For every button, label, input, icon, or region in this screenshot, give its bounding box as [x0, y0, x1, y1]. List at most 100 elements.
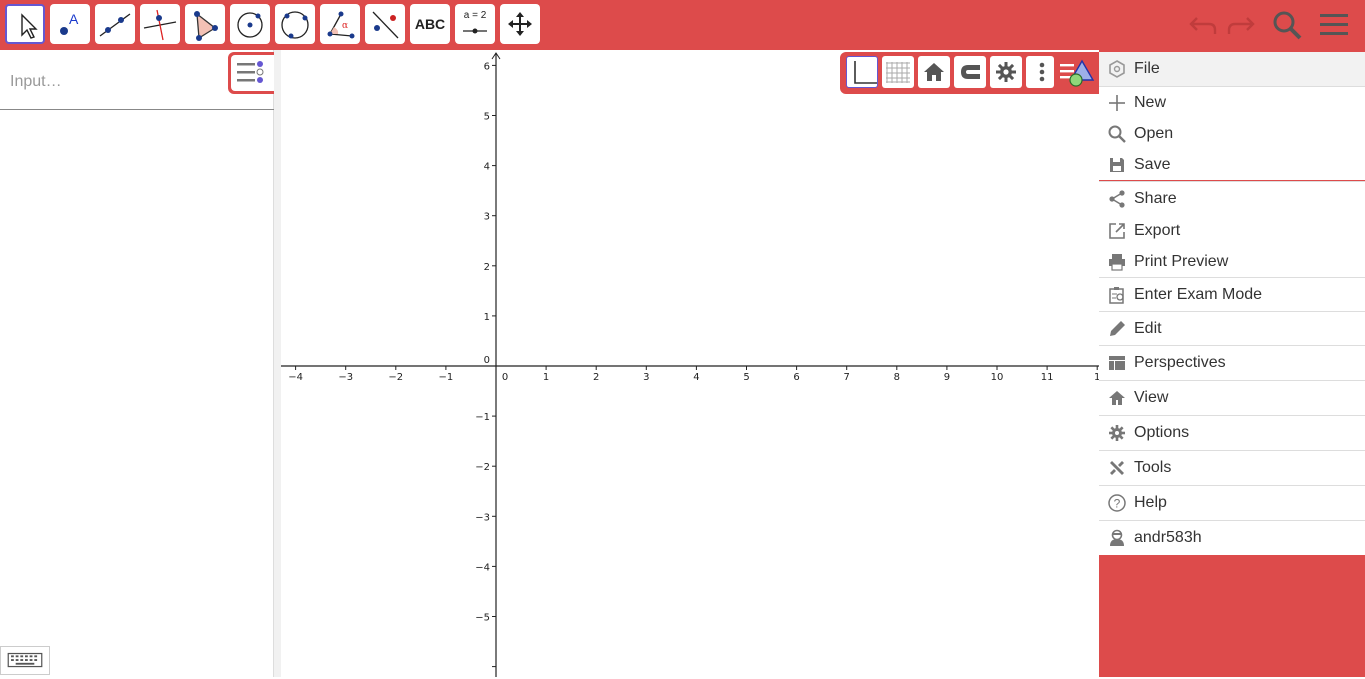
reflect-line-icon [372, 11, 399, 39]
menu-item-open[interactable]: Open [1099, 118, 1365, 149]
point-capturing-button[interactable] [954, 56, 986, 88]
text-tool-button[interactable]: ABC [410, 4, 450, 44]
coordinate-axes: −4 −3 −2 −1 0 1 2 3 4 5 6 7 8 9 10 11 16543210−1−2−3−4−5 [281, 52, 1099, 677]
perspectives-icon [1099, 353, 1134, 373]
menu-item-user[interactable]: andr583h [1099, 521, 1365, 555]
menu-item-label: File [1134, 60, 1160, 77]
menu-item-label: Edit [1134, 319, 1162, 337]
polygon-icon [194, 11, 218, 41]
point-icon: A [60, 11, 79, 35]
search-icon [1273, 11, 1302, 40]
text-tool-label: ABC [414, 16, 446, 32]
x-axis-tick-label: 0 [502, 372, 508, 383]
menu-item-options[interactable]: Options [1099, 416, 1365, 450]
more-options-button[interactable] [1026, 56, 1054, 88]
axes-icon [854, 61, 877, 84]
menu-item-label: Help [1134, 494, 1167, 511]
move-arrows-icon [508, 12, 532, 36]
x-axis-tick-label: −4 [288, 372, 303, 383]
share-icon [1099, 189, 1134, 209]
perpendicular-line-icon [143, 9, 177, 41]
menu-item-perspectives[interactable]: Perspectives [1099, 346, 1365, 380]
toggle-grid-button[interactable] [882, 56, 914, 88]
menu-item-edit[interactable]: Edit [1099, 312, 1365, 345]
print-icon [1099, 252, 1134, 272]
graphics-settings-button[interactable] [990, 56, 1022, 88]
line-tool-button[interactable] [95, 4, 135, 44]
reflect-tool-button[interactable] [365, 4, 405, 44]
algebra-settings-icon [237, 61, 264, 83]
x-axis-tick-label: 4 [693, 372, 699, 383]
menu-item-exam-mode[interactable]: Enter Exam Mode [1099, 278, 1365, 311]
perspective-toggle-button[interactable] [1058, 56, 1098, 90]
file-icon [1099, 59, 1134, 79]
menu-item-label: View [1134, 389, 1169, 406]
toggle-axes-button[interactable] [846, 56, 878, 88]
main-toolbar: A α ABC a = 2 [0, 0, 1365, 50]
x-axis-tick-label: 2 [593, 372, 599, 383]
circle-center-icon [237, 12, 263, 38]
search-icon [1099, 124, 1134, 144]
svg-text:?: ? [1113, 497, 1120, 511]
angle-icon: α [327, 11, 355, 39]
circle-center-tool-button[interactable] [230, 4, 270, 44]
x-axis-tick-label: 9 [944, 372, 950, 383]
x-axis-tick-label: −3 [338, 372, 353, 383]
undo-button[interactable] [1187, 8, 1221, 42]
perspective-graphics-icon [1060, 59, 1095, 87]
y-axis-tick-label: −5 [475, 613, 490, 624]
search-button[interactable] [1270, 8, 1304, 42]
menu-item-file[interactable]: File [1099, 52, 1365, 86]
menu-item-share[interactable]: Share [1099, 182, 1365, 215]
menu-item-label: Share [1134, 189, 1177, 207]
undo-icon [1189, 17, 1217, 34]
point-tool-button[interactable]: A [50, 4, 90, 44]
view-divider[interactable] [274, 50, 281, 677]
menu-item-help[interactable]: ? Help [1099, 486, 1365, 520]
menu-item-label: Open [1134, 124, 1174, 142]
menu-item-label: Export [1134, 221, 1181, 239]
algebra-input-field[interactable] [10, 70, 210, 94]
y-axis-tick-label: −2 [475, 462, 490, 473]
angle-tool-button[interactable]: α [320, 4, 360, 44]
circle-three-points-tool-button[interactable] [275, 4, 315, 44]
graphics-view[interactable]: −4 −3 −2 −1 0 1 2 3 4 5 6 7 8 9 10 11 1 6 5 4 3 2 1 0 −1 −2 −3 −4 −5 [281, 50, 1099, 677]
algebra-style-button[interactable] [228, 52, 274, 94]
y-axis-tick-label: −3 [475, 512, 490, 523]
menu-item-export[interactable]: Export [1099, 215, 1365, 246]
menu-item-tools[interactable]: Tools [1099, 451, 1365, 485]
y-axis-tick-label: 1 [484, 312, 490, 323]
x-axis-tick-label: −2 [388, 372, 403, 383]
gear-icon [1099, 423, 1134, 443]
menu-item-new[interactable]: New [1099, 87, 1365, 118]
virtual-keyboard-button[interactable] [0, 646, 50, 675]
menu-item-print-preview[interactable]: Print Preview [1099, 246, 1365, 277]
user-icon [1099, 528, 1134, 548]
home-icon [924, 63, 944, 81]
menu-item-save[interactable]: Save [1099, 149, 1365, 180]
grid-icon [886, 62, 910, 83]
keyboard-icon [7, 652, 43, 668]
menu-item-label: Tools [1134, 459, 1172, 476]
x-axis-tick-label: 10 [991, 372, 1004, 383]
move-tool-button[interactable] [5, 4, 45, 44]
redo-button[interactable] [1223, 8, 1257, 42]
svg-text:α: α [342, 21, 348, 31]
polygon-tool-button[interactable] [185, 4, 225, 44]
algebra-view [0, 50, 274, 677]
menu-item-label: Save [1134, 155, 1171, 173]
main-menu-button[interactable] [1317, 8, 1351, 42]
save-icon [1099, 155, 1134, 175]
slider-tool-button[interactable]: a = 2 [455, 4, 495, 44]
redo-icon [1227, 17, 1255, 34]
y-axis-tick-label: −1 [475, 412, 490, 423]
menu-item-view[interactable]: View [1099, 381, 1365, 415]
x-axis-tick-label: −1 [439, 372, 454, 383]
y-axis-tick-label: 5 [484, 112, 490, 123]
menu-item-label: andr583h [1134, 529, 1202, 546]
move-graphics-tool-button[interactable] [500, 4, 540, 44]
perpendicular-line-tool-button[interactable] [140, 4, 180, 44]
algebra-style-button-face [231, 55, 274, 91]
x-axis-tick-label: 11 [1041, 372, 1054, 383]
standard-view-button[interactable] [918, 56, 950, 88]
